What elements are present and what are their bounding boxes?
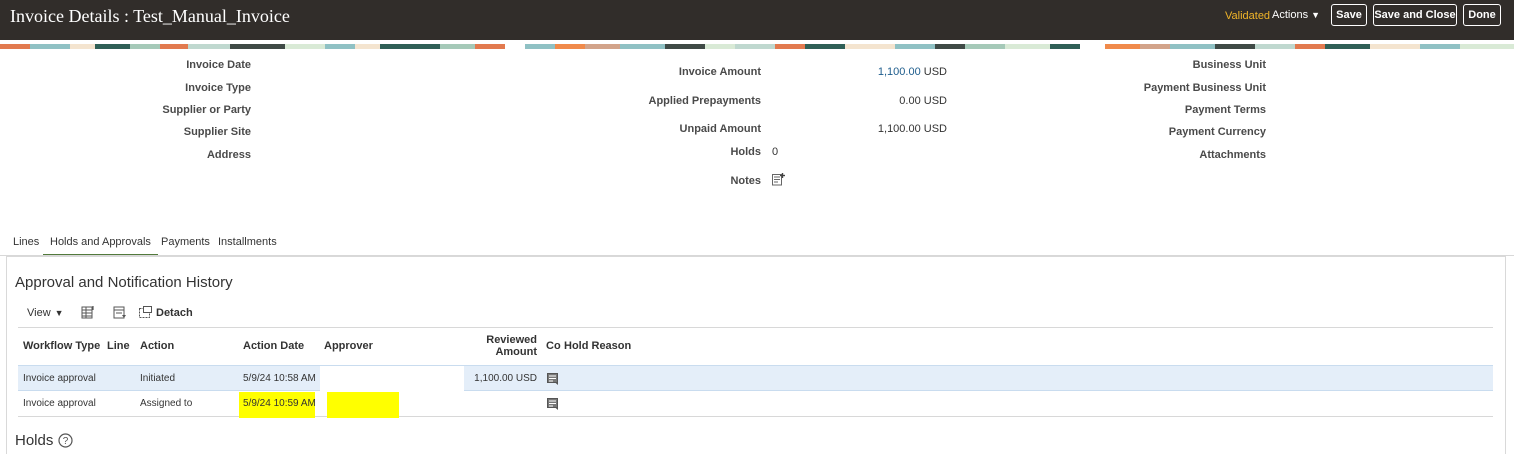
actions-menu-label: Actions bbox=[1272, 9, 1309, 21]
actions-menu[interactable]: Actions ▼ bbox=[1272, 9, 1320, 21]
toolbar-divider bbox=[18, 327, 1493, 328]
column-header-line[interactable]: Line bbox=[107, 340, 130, 352]
freeze-columns-icon[interactable] bbox=[81, 306, 95, 319]
payment-business-unit-label: Payment Business Unit bbox=[1143, 82, 1266, 94]
unpaid-amount-label: Unpaid Amount bbox=[679, 123, 761, 135]
action-cell: Initiated bbox=[140, 373, 176, 384]
done-button[interactable]: Done bbox=[1463, 4, 1501, 26]
column-header-reviewed-amount[interactable]: Reviewed Amount bbox=[486, 334, 537, 358]
holds-title: Holds bbox=[15, 432, 54, 449]
column-header-action[interactable]: Action bbox=[140, 340, 174, 352]
reviewed-amount-cell: 1,100.00 USD bbox=[474, 373, 537, 384]
tab-payments[interactable]: Payments bbox=[161, 233, 210, 257]
detach-button[interactable]: Detach bbox=[139, 306, 193, 319]
page-header: Invoice Details : Test_Manual_Invoice Va… bbox=[0, 0, 1514, 40]
action-date-cell: 5/9/24 10:58 AM bbox=[243, 373, 316, 384]
column-header-hold-reason[interactable]: Hold Reason bbox=[564, 340, 631, 352]
column-header-approver[interactable]: Approver bbox=[324, 340, 373, 352]
action-date-cell: 5/9/24 10:59 AM bbox=[243, 398, 316, 409]
detach-icon bbox=[139, 306, 152, 318]
holds-value: 0 bbox=[772, 146, 779, 158]
invoice-amount-label: Invoice Amount bbox=[678, 66, 761, 78]
applied-prepayments-label: Applied Prepayments bbox=[648, 95, 761, 107]
svg-text:?: ? bbox=[63, 436, 69, 447]
save-and-close-button[interactable]: Save and Close bbox=[1373, 4, 1457, 26]
address-label: Address bbox=[206, 149, 251, 161]
view-menu-label: View bbox=[27, 307, 51, 319]
payment-currency-label: Payment Currency bbox=[1168, 126, 1266, 138]
invoice-type-label: Invoice Type bbox=[185, 82, 251, 94]
reviewed-amount-header-line2: Amount bbox=[495, 346, 537, 358]
applied-prepayments-value: 0.00 USD bbox=[899, 95, 947, 107]
attachments-label: Attachments bbox=[1199, 149, 1266, 161]
highlight-approver bbox=[327, 392, 399, 418]
tab-holds-and-approvals[interactable]: Holds and Approvals bbox=[43, 233, 158, 257]
invoice-amount-value: 1,100.00 USD bbox=[878, 66, 947, 78]
workflow-type-cell: Invoice approval bbox=[23, 373, 96, 384]
tab-lines[interactable]: Lines bbox=[13, 233, 39, 257]
action-cell: Assigned to bbox=[140, 398, 193, 409]
supplier-site-label: Supplier Site bbox=[183, 126, 251, 138]
supplier-label: Supplier or Party bbox=[162, 104, 251, 116]
holds-label: Holds bbox=[730, 146, 761, 158]
caret-down-icon: ▼ bbox=[54, 308, 64, 318]
approval-history-title: Approval and Notification History bbox=[15, 274, 233, 291]
status-badge: Validated bbox=[1225, 10, 1271, 22]
wrap-icon[interactable] bbox=[113, 306, 127, 319]
payment-terms-label: Payment Terms bbox=[1184, 104, 1266, 116]
approver-cell bbox=[320, 366, 464, 392]
comment-icon[interactable] bbox=[547, 398, 559, 410]
unpaid-amount-value: 1,100.00 USD bbox=[877, 123, 947, 135]
invoice-date-label: Invoice Date bbox=[186, 59, 251, 71]
caret-down-icon: ▼ bbox=[1311, 10, 1320, 20]
column-header-workflow-type[interactable]: Workflow Type bbox=[23, 340, 100, 352]
invoice-amount-currency: USD bbox=[923, 66, 947, 78]
notes-icon[interactable] bbox=[772, 173, 785, 186]
comment-icon[interactable] bbox=[547, 373, 559, 385]
notes-label: Notes bbox=[730, 175, 761, 187]
column-header-comments[interactable]: Co bbox=[546, 340, 561, 352]
table-row[interactable]: Invoice approval Initiated 5/9/24 10:58 … bbox=[18, 365, 1493, 392]
table-row[interactable]: Invoice approval Assigned to 5/9/24 10:5… bbox=[18, 391, 1493, 418]
column-header-action-date[interactable]: Action Date bbox=[243, 340, 304, 352]
decorative-banner bbox=[0, 40, 1514, 49]
page-title: Invoice Details : Test_Manual_Invoice bbox=[10, 6, 290, 26]
help-icon[interactable]: ? bbox=[58, 433, 73, 448]
reviewed-amount-header-line1: Reviewed bbox=[486, 334, 537, 346]
save-button[interactable]: Save bbox=[1331, 4, 1367, 26]
invoice-amount-link[interactable]: 1,100.00 bbox=[878, 66, 921, 78]
view-menu[interactable]: View ▼ bbox=[27, 307, 64, 319]
detach-label: Detach bbox=[156, 307, 193, 319]
workflow-type-cell: Invoice approval bbox=[23, 398, 96, 409]
tab-installments[interactable]: Installments bbox=[218, 233, 277, 257]
business-unit-label: Business Unit bbox=[1192, 59, 1266, 71]
